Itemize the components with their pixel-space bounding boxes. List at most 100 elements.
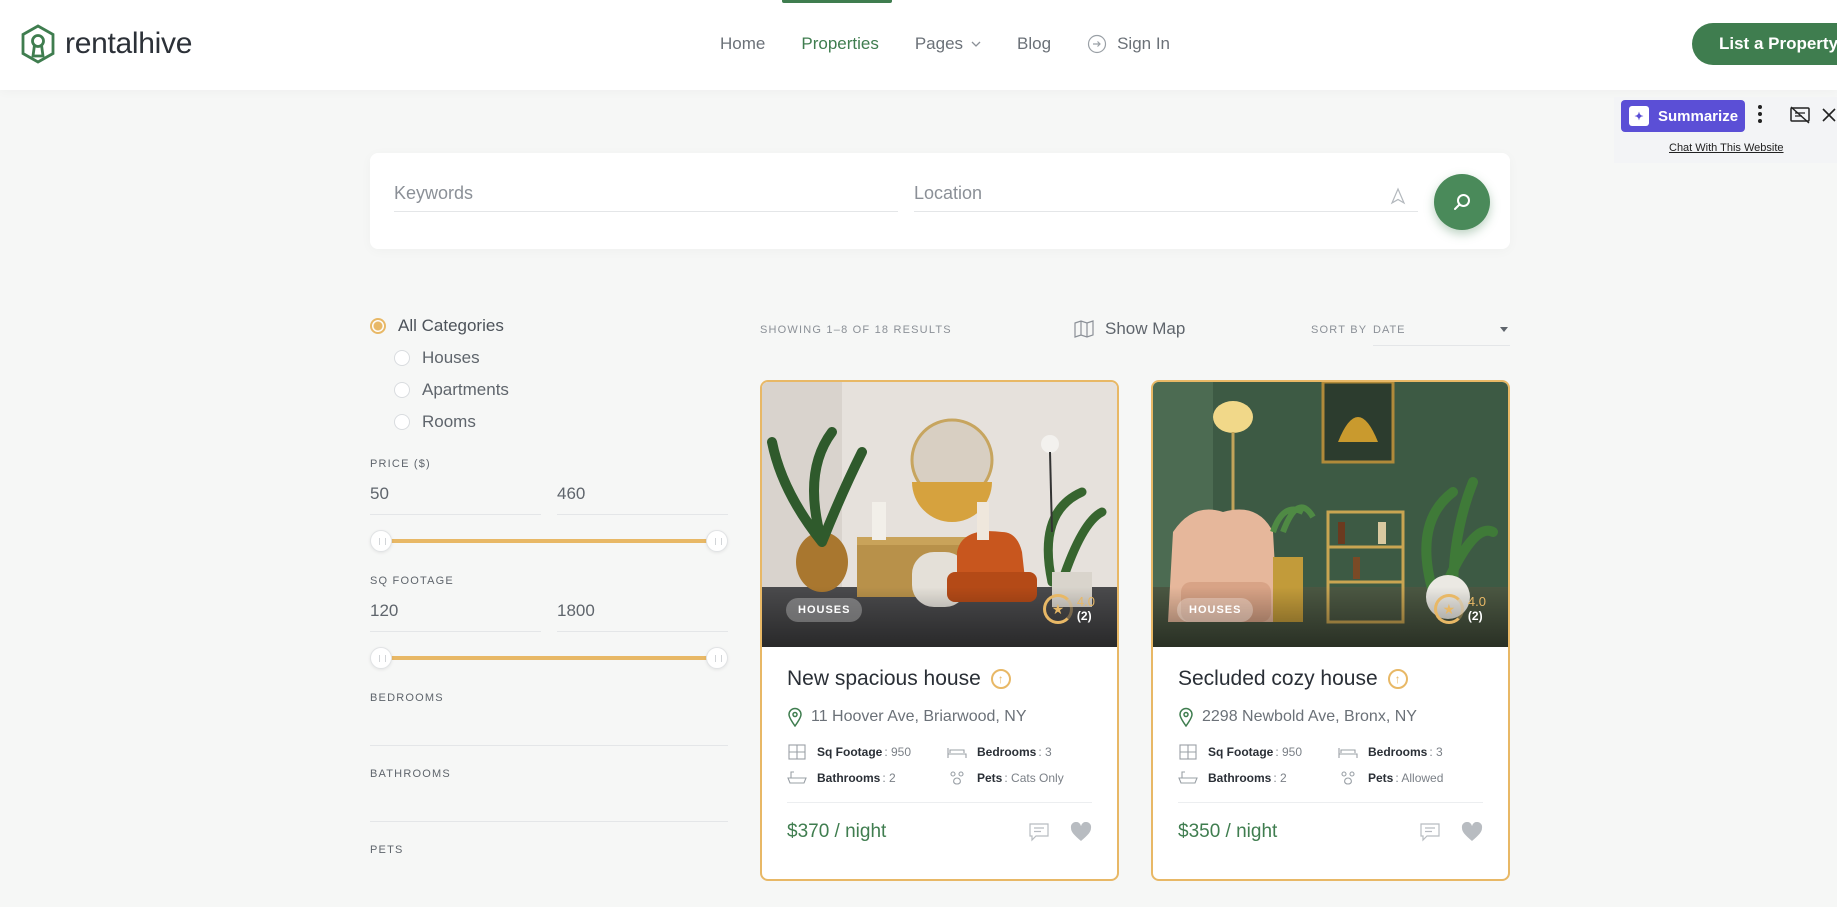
sqft-slider[interactable] xyxy=(370,646,728,670)
category-option-rooms[interactable]: Rooms xyxy=(370,406,728,438)
feature-value: : Allowed xyxy=(1395,771,1444,785)
nav-home[interactable]: Home xyxy=(720,34,765,54)
rating-text: 4.0 (2) xyxy=(1467,595,1486,624)
more-options-icon[interactable] xyxy=(1758,105,1764,125)
paw-icon xyxy=(950,771,964,785)
nav-blog[interactable]: Blog xyxy=(1017,34,1051,54)
bedrooms-filter-label: BEDROOMS xyxy=(370,692,444,704)
feature-value: : 3 xyxy=(1038,745,1052,759)
price-range-values: 50 460 xyxy=(370,484,728,515)
close-icon[interactable] xyxy=(1819,105,1837,125)
category-option-houses[interactable]: Houses xyxy=(370,342,728,374)
category-badge[interactable]: HOUSES xyxy=(1177,598,1254,622)
location-input[interactable]: Location xyxy=(914,177,1418,212)
listing-details: Secluded cozy house ↑ 2298 Newbold Ave, … xyxy=(1153,647,1508,843)
radio[interactable] xyxy=(394,350,410,366)
radio[interactable] xyxy=(394,382,410,398)
listing-title[interactable]: Secluded cozy house ↑ xyxy=(1178,667,1483,691)
location-pin-icon xyxy=(1179,707,1193,727)
category-option-apartments[interactable]: Apartments xyxy=(370,374,728,406)
category-label: Houses xyxy=(422,348,480,367)
listing-photo[interactable]: HOUSES ★ 4.0 (2) xyxy=(1153,382,1508,647)
nav-sign-in[interactable]: Sign In xyxy=(1087,34,1170,54)
brand-logo[interactable]: rentalhive xyxy=(20,24,192,64)
heart-icon[interactable] xyxy=(1461,822,1483,842)
price-filter-label: PRICE ($) xyxy=(370,458,431,470)
radio[interactable] xyxy=(394,414,410,430)
feature-value: : 3 xyxy=(1429,745,1443,759)
listing-title-text: New spacious house xyxy=(787,667,981,690)
listing-photo[interactable]: HOUSES ★ 4.0 (2) xyxy=(762,382,1117,647)
bathrooms-filter-label: BATHROOMS xyxy=(370,768,451,780)
feature-bedrooms: Bedrooms: 3 xyxy=(947,744,1087,760)
keywords-input[interactable]: Keywords xyxy=(394,177,898,212)
summarize-extension-bar: ✦ Summarize Chat With This Website xyxy=(1614,97,1837,163)
floorplan-icon xyxy=(1179,744,1197,760)
bathtub-icon xyxy=(1178,771,1198,784)
listing-footer: $370 / night xyxy=(787,803,1092,843)
bedrooms-select[interactable] xyxy=(370,704,728,746)
listing-features: Sq Footage: 950 Bedrooms: 3 Bathrooms: 2… xyxy=(1178,744,1483,803)
rating-value: 4.0 xyxy=(1076,594,1095,609)
review-count: (2) xyxy=(1076,609,1092,623)
listing-card[interactable]: HOUSES ★ 4.0 (2) New spacious house ↑ 11… xyxy=(760,380,1119,881)
listing-address-text: 2298 Newbold Ave, Bronx, NY xyxy=(1202,708,1417,725)
show-map-button[interactable]: Show Map xyxy=(1074,319,1185,339)
comment-icon[interactable] xyxy=(1028,822,1050,842)
listing-actions xyxy=(1008,822,1092,842)
floorplan-icon xyxy=(788,744,806,760)
sqft-range-values: 120 1800 xyxy=(370,601,728,632)
feature-value: : Cats Only xyxy=(1004,771,1064,785)
summarize-label: Summarize xyxy=(1658,107,1739,125)
listing-price: $370 / night xyxy=(787,821,887,842)
review-count: (2) xyxy=(1467,609,1483,623)
nav-pages-label: Pages xyxy=(914,34,964,53)
feature-label: Bedrooms xyxy=(977,745,1037,759)
sqft-slider-max-handle[interactable] xyxy=(706,647,728,669)
hide-overlay-icon[interactable] xyxy=(1789,105,1811,125)
chevron-down-icon xyxy=(971,41,981,47)
sqft-slider-min-handle[interactable] xyxy=(370,647,392,669)
price-slider-max-handle[interactable] xyxy=(706,530,728,552)
price-min-input[interactable]: 50 xyxy=(370,484,541,515)
nav-pages[interactable]: Pages xyxy=(915,34,981,54)
site-header: rentalhive Home Properties Pages Blog Si… xyxy=(0,0,1837,90)
search-button[interactable] xyxy=(1434,174,1490,230)
locate-arrow-icon[interactable] xyxy=(1390,187,1406,205)
category-badge[interactable]: HOUSES xyxy=(786,598,863,622)
comment-icon[interactable] xyxy=(1419,822,1441,842)
summarize-button[interactable]: ✦ Summarize xyxy=(1621,100,1745,132)
price-slider[interactable] xyxy=(370,529,728,553)
sqft-slider-track xyxy=(380,656,718,660)
radio-selected[interactable] xyxy=(370,318,386,334)
rating-badge: ★ 4.0 (2) xyxy=(1042,594,1095,624)
category-label: Apartments xyxy=(422,380,509,399)
listing-price: $350 / night xyxy=(1178,821,1278,842)
heart-icon[interactable] xyxy=(1070,822,1092,842)
sign-in-icon xyxy=(1087,34,1107,54)
listing-actions xyxy=(1399,822,1483,842)
bathrooms-select[interactable] xyxy=(370,780,728,822)
feature-sqft: Sq Footage: 950 xyxy=(787,744,947,760)
listing-card[interactable]: HOUSES ★ 4.0 (2) Secluded cozy house ↑ 2… xyxy=(1151,380,1510,881)
category-label: Rooms xyxy=(422,412,476,431)
nav-properties[interactable]: Properties xyxy=(801,34,878,54)
sort-select[interactable]: DATE xyxy=(1373,320,1510,346)
listing-details: New spacious house ↑ 11 Hoover Ave, Bria… xyxy=(762,647,1117,843)
category-option-all[interactable]: All Categories xyxy=(370,310,728,342)
pets-filter-label: PETS xyxy=(370,844,404,856)
sqft-filter-label: SQ FOOTAGE xyxy=(370,575,454,587)
map-icon xyxy=(1074,320,1094,338)
sqft-min-input[interactable]: 120 xyxy=(370,601,541,632)
feature-value: : 2 xyxy=(1273,771,1287,785)
main-nav: Home Properties Pages Blog Sign In xyxy=(720,34,1206,54)
active-nav-indicator xyxy=(782,0,892,3)
price-max-input[interactable]: 460 xyxy=(557,484,728,515)
sqft-max-input[interactable]: 1800 xyxy=(557,601,728,632)
feature-value: : 950 xyxy=(884,745,912,759)
chat-with-website-link[interactable]: Chat With This Website xyxy=(1669,142,1784,154)
location-placeholder: Location xyxy=(914,183,983,203)
list-property-button[interactable]: List a Property xyxy=(1692,23,1837,65)
listing-title[interactable]: New spacious house ↑ xyxy=(787,667,1092,691)
price-slider-min-handle[interactable] xyxy=(370,530,392,552)
